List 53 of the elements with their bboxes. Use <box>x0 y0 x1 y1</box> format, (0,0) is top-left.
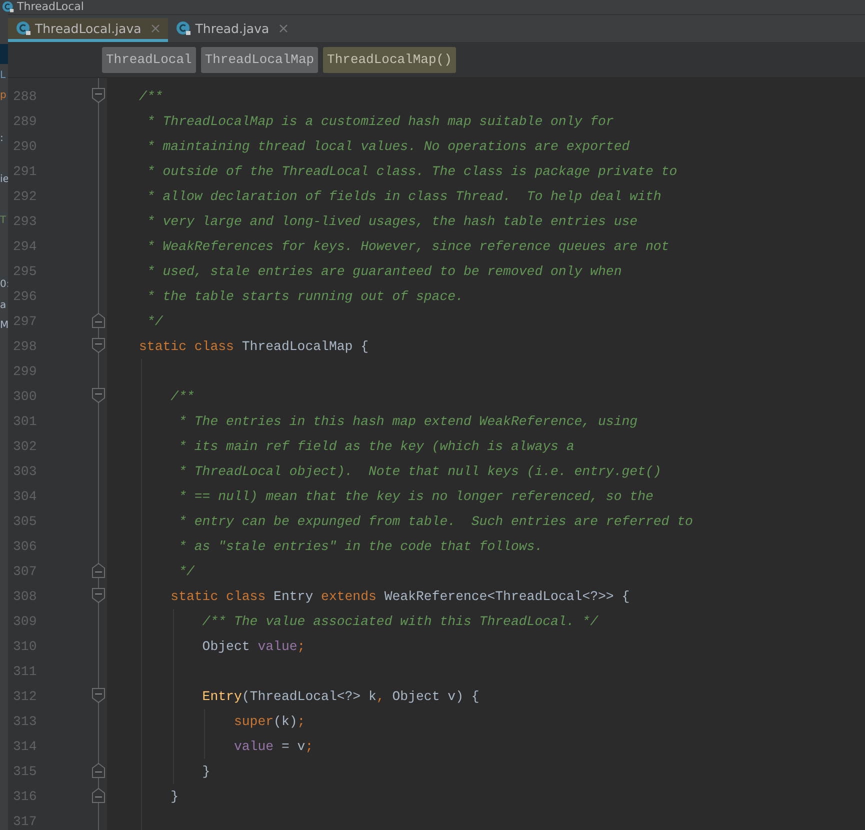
code-line: /** <box>139 89 163 104</box>
panel-text: : <box>0 133 4 145</box>
code-line: * allow declaration of fields in class Thread. To help deal with <box>146 189 662 204</box>
fold-marker-icon[interactable] <box>92 763 105 778</box>
code-line: static class ThreadLocalMap { <box>139 339 369 354</box>
fold-marker-icon[interactable] <box>92 88 105 103</box>
panel-text: T <box>0 215 6 227</box>
class-icon <box>16 21 31 36</box>
code-line: /** The value associated with this ThreadLocal. */ <box>201 614 598 629</box>
code-line: * outside of the ThreadLocal class. The class is package private to <box>146 164 678 179</box>
panel-text: L <box>0 70 6 82</box>
code-line: * maintaining thread local values. No operations are exported <box>146 139 630 154</box>
fold-marker-icon[interactable] <box>92 688 105 703</box>
breadcrumb-button[interactable]: ThreadLocalMap() <box>323 46 456 72</box>
code-line: * ThreadLocalMap is a customized hash map suitable only for <box>146 114 614 129</box>
code-line: * ThreadLocal object). Note that null keys (i.e. entry.get() <box>178 464 662 479</box>
code-line: * entry can be expunged from table. Such entries are referred to <box>178 514 693 529</box>
code-line: super(k); <box>232 714 306 729</box>
fold-marker-icon[interactable] <box>92 338 105 353</box>
code-line: * its main ref field as the key (which is always a <box>178 439 574 454</box>
code-line: Entry(ThreadLocal<?> k, Object v) { <box>201 689 480 704</box>
code-line: * very large and long-lived usages, the hash table entries use <box>146 214 638 229</box>
code-line: } <box>170 789 179 804</box>
panel-text: p <box>0 90 6 102</box>
breadcrumb-label[interactable]: ThreadLocal <box>17 0 84 14</box>
code-line: static class Entry extends WeakReference<ThreadLocal<?>> { <box>170 589 630 604</box>
panel-text: M <box>0 320 8 332</box>
breadcrumb-button[interactable]: ThreadLocalMap <box>200 46 318 72</box>
panel-text: a <box>0 300 6 312</box>
fold-marker-icon[interactable] <box>92 563 105 578</box>
code-line: Object value; <box>201 639 306 654</box>
code-line: */ <box>146 314 163 329</box>
panel-text: ie <box>0 174 8 186</box>
code-line: * == null) mean that the key is no longer referenced, so the <box>178 489 654 504</box>
class-icon <box>176 21 192 36</box>
code-line: /** <box>170 389 194 404</box>
code-line: * as "stale entries" in the code that follows. <box>178 539 543 554</box>
close-icon[interactable] <box>151 24 160 33</box>
close-icon[interactable] <box>279 24 288 33</box>
code-line: * used, stale entries are guaranteed to be removed only when <box>146 264 622 279</box>
code-line: * The entries in this hash map extend WeakReference, using <box>178 414 638 429</box>
fold-marker-icon[interactable] <box>92 313 105 328</box>
code-line: } <box>201 764 210 779</box>
code-line: * WeakReferences for keys. However, since reference queues are not <box>146 239 670 254</box>
class-icon <box>2 1 14 13</box>
code-line: */ <box>178 564 194 579</box>
code-line: * the table starts running out of space. <box>146 289 464 304</box>
fold-marker-icon[interactable] <box>92 588 105 603</box>
fold-marker-icon[interactable] <box>92 788 105 803</box>
editor-tab[interactable]: ThreadLocal.java <box>8 18 168 42</box>
code-line: value = v; <box>232 739 314 754</box>
breadcrumb-button[interactable]: ThreadLocal <box>102 46 196 72</box>
fold-marker-icon[interactable] <box>92 388 105 403</box>
